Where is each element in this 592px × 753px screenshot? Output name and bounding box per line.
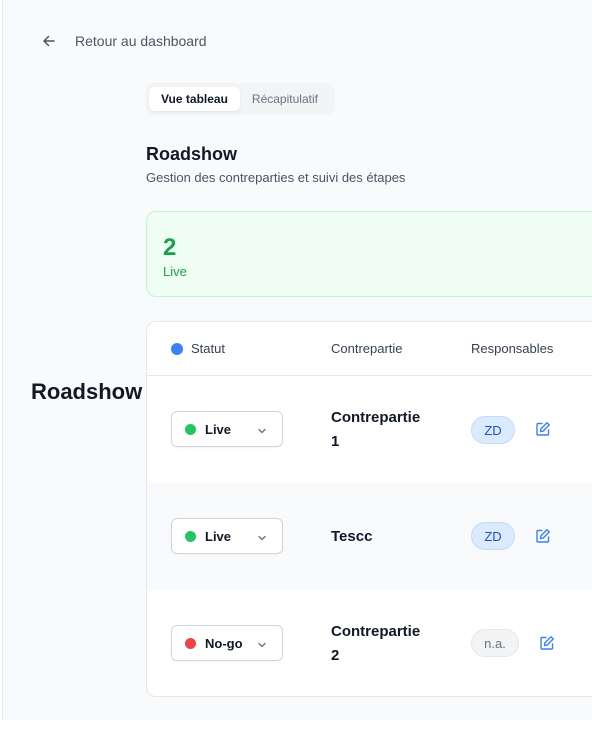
live-stat-card: 2 Live bbox=[146, 211, 592, 297]
status-select[interactable]: Live bbox=[171, 518, 283, 554]
status-value: Live bbox=[205, 421, 232, 437]
status-select[interactable]: Live bbox=[171, 411, 283, 447]
counterparty-name-line2: 1 bbox=[331, 433, 340, 450]
table-header: Statut Contrepartie Responsables bbox=[147, 322, 592, 376]
edit-icon[interactable] bbox=[535, 528, 553, 546]
table-row: Live Tescc ZD bbox=[147, 483, 592, 590]
edit-icon[interactable] bbox=[535, 421, 553, 439]
counterparty-name: Tescc bbox=[331, 525, 441, 549]
status-value: No-go bbox=[205, 635, 243, 651]
counterparty-name-line1: Contrepartie bbox=[331, 409, 421, 426]
status-dot-live bbox=[185, 530, 196, 542]
status-dot-live bbox=[185, 423, 196, 435]
owner-avatar-badge[interactable]: ZD bbox=[471, 416, 515, 444]
chevron-down-icon bbox=[256, 531, 268, 549]
status-select[interactable]: No-go bbox=[171, 625, 283, 661]
header-statut[interactable]: Statut bbox=[191, 341, 225, 356]
edit-icon[interactable] bbox=[539, 635, 557, 653]
roadshow-side-title: Roadshow bbox=[31, 379, 143, 404]
counterparty-name-line1: Contrepartie bbox=[331, 623, 421, 640]
counterparty-name: Contrepartie 1 bbox=[331, 406, 441, 454]
header-responsables[interactable]: Responsables bbox=[471, 341, 553, 356]
counterparties-table: Statut Contrepartie Responsables Live Co… bbox=[146, 321, 592, 697]
counterparty-name-line2: 2 bbox=[331, 647, 340, 664]
counterparty-name: Contrepartie 2 bbox=[331, 620, 441, 668]
table-row: Live Contrepartie 1 ZD bbox=[147, 376, 592, 483]
back-to-dashboard-link[interactable]: Retour au dashboard bbox=[41, 31, 207, 51]
counterparty-name-line1: Tescc bbox=[331, 528, 373, 545]
owner-na-badge[interactable]: n.a. bbox=[471, 629, 519, 657]
status-value: Live bbox=[205, 528, 232, 544]
page-frame: Retour au dashboard Vue tableau Récapitu… bbox=[2, 0, 592, 720]
header-contrepartie[interactable]: Contrepartie bbox=[331, 341, 403, 356]
chevron-down-icon bbox=[256, 424, 268, 442]
owner-avatar-badge[interactable]: ZD bbox=[471, 522, 515, 550]
page-subtitle: Gestion des contreparties et suivi des é… bbox=[146, 170, 406, 185]
chevron-down-icon bbox=[256, 638, 268, 656]
table-row: No-go Contrepartie 2 n.a. bbox=[147, 590, 592, 696]
view-switcher: Vue tableau Récapitulatif bbox=[145, 83, 335, 115]
live-count-label: Live bbox=[163, 264, 187, 279]
back-label: Retour au dashboard bbox=[75, 33, 207, 49]
live-count: 2 bbox=[163, 234, 177, 261]
status-header-dot bbox=[171, 343, 183, 355]
tab-vue-tableau[interactable]: Vue tableau bbox=[149, 87, 240, 111]
arrow-left-icon bbox=[41, 33, 57, 49]
tab-recapitulatif[interactable]: Récapitulatif bbox=[240, 87, 330, 111]
status-dot-no-go bbox=[185, 637, 196, 649]
page-title: Roadshow bbox=[146, 144, 238, 164]
